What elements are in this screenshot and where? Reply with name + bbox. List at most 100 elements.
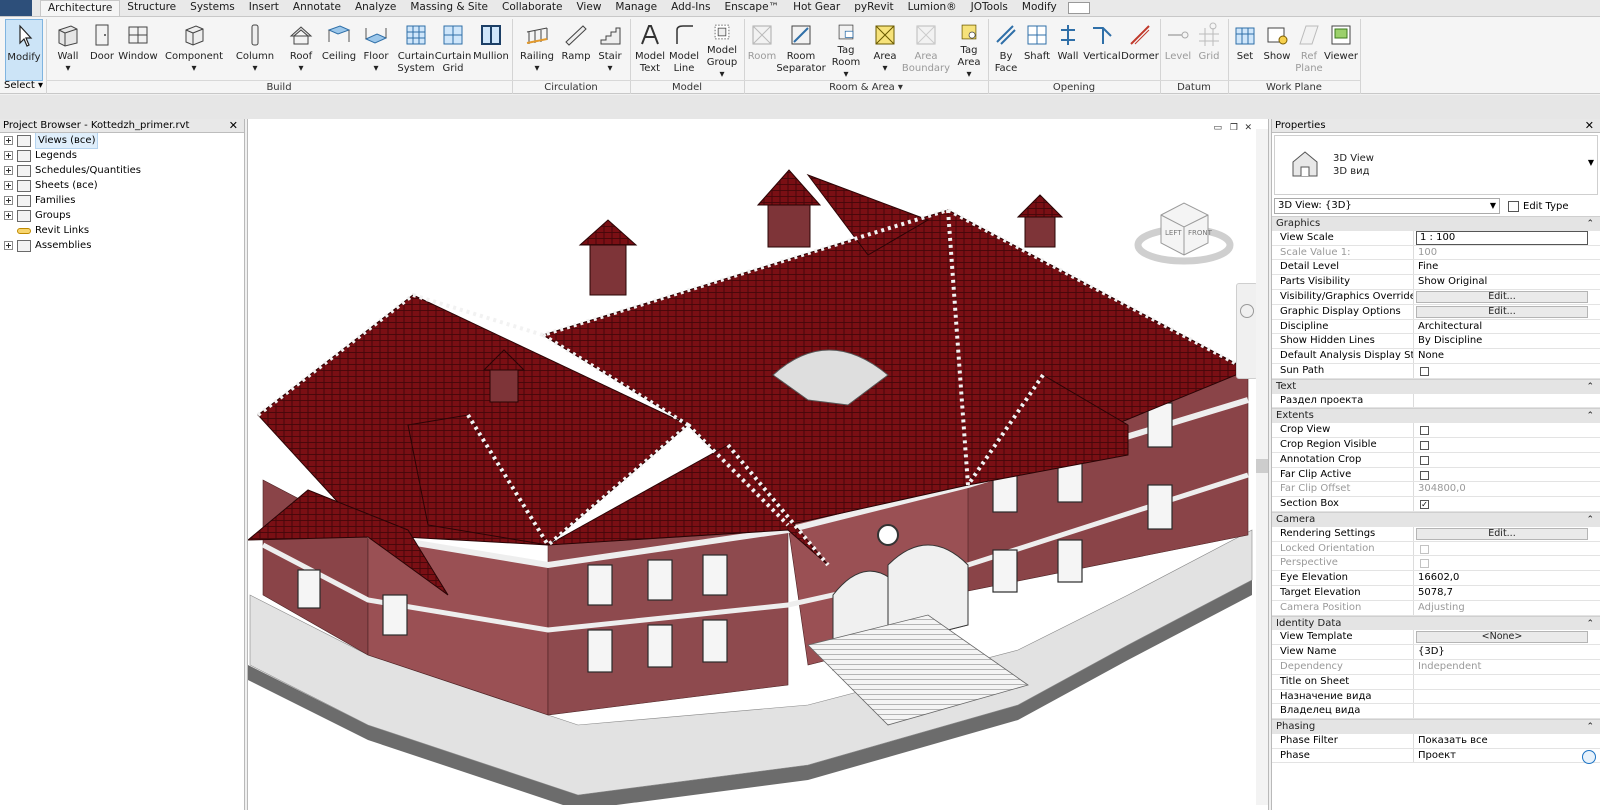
expand-icon[interactable] [4,211,13,220]
property-checkbox[interactable] [1420,440,1429,450]
property-edit-button[interactable]: Edit... [1416,527,1588,540]
property-value[interactable]: Architectural [1414,320,1600,334]
expand-icon[interactable] [4,136,13,145]
model-line-button[interactable]: Model Line [668,19,700,81]
tree-item[interactable]: Legends [0,148,244,163]
property-section-graphics[interactable]: Graphics ⌃ [1272,216,1600,231]
property-value[interactable] [1414,675,1600,689]
grid-button[interactable]: Grid [1194,19,1224,81]
tab-structure[interactable]: Structure [120,0,183,16]
property-value[interactable] [1414,423,1600,437]
close-icon[interactable]: ✕ [229,119,238,132]
door-button[interactable]: Door [88,19,116,81]
property-value[interactable] [1414,468,1600,482]
stair-button[interactable]: Stair ▾ [594,19,626,81]
tab-enscape-[interactable]: Enscape™ [717,0,786,16]
by-face-button[interactable]: By Face [992,19,1020,81]
view-scale-input[interactable]: 1 : 100 [1416,230,1588,245]
tab-view[interactable]: View [569,0,608,16]
chevron-down-icon[interactable]: ▼ [1588,158,1594,167]
roof-button[interactable]: Roof ▾ [286,19,316,81]
tab-systems[interactable]: Systems [183,0,242,16]
expand-icon[interactable] [4,196,13,205]
property-section-camera[interactable]: Camera ⌃ [1272,511,1600,527]
viewport-scrollbar[interactable] [1256,129,1268,805]
contextual-tab-dropdown[interactable] [1067,2,1090,14]
navigation-bar[interactable] [1236,283,1258,379]
component-button[interactable]: Component ▾ [164,19,224,81]
model-text-button[interactable]: Model Text [634,19,666,81]
curtain-system-button[interactable]: Curtain System [396,19,436,81]
tab-architecture[interactable]: Architecture [40,0,121,16]
property-section-text[interactable]: Text ⌃ [1272,378,1600,394]
tab-annotate[interactable]: Annotate [286,0,348,16]
viewer-button[interactable]: Viewer [1324,19,1358,81]
tree-item[interactable]: Views (все) [0,132,244,149]
area-boundary-button[interactable]: Area Boundary [902,19,950,81]
select-dropdown[interactable]: Select ▾ [4,80,43,91]
property-section-phasing[interactable]: Phasing ⌃ [1272,719,1600,734]
property-checkbox[interactable] [1420,470,1429,480]
expand-icon[interactable] [4,166,13,175]
wall-button[interactable]: Wall ▾ [54,19,82,81]
vertical-button[interactable]: Vertical [1083,19,1121,81]
property-value[interactable]: Показать все [1414,734,1600,748]
ramp-button[interactable]: Ramp [560,19,592,81]
property-edit-button[interactable]: Edit... [1416,290,1588,303]
property-value[interactable]: Fine [1414,260,1600,274]
steering-wheel-icon[interactable] [1240,304,1254,318]
dormer-button[interactable]: Dormer [1121,19,1159,81]
property-value[interactable]: Проект [1414,749,1600,763]
tree-item[interactable]: Assemblies [0,238,244,253]
property-value[interactable]: None [1414,349,1600,363]
set-button[interactable]: Set [1232,19,1258,81]
view-instance-selector[interactable]: 3D View: {3D} ▼ [1274,198,1500,214]
tab-jotools[interactable]: JOTools [964,0,1015,16]
ceiling-button[interactable]: Ceiling [320,19,358,81]
collapse-icon[interactable]: ⌃ [1586,217,1594,231]
type-selector[interactable]: 3D View 3D вид ▼ [1274,135,1598,195]
property-value[interactable]: {3D} [1414,645,1600,659]
collapse-icon[interactable]: ⌃ [1586,409,1594,423]
3d-viewport[interactable]: ▭ ❐ ✕ LEFT FRONT [247,119,1269,810]
property-value[interactable] [1414,394,1600,408]
property-value[interactable]: Edit... [1414,527,1600,541]
area-button[interactable]: Area ▾ [868,19,902,81]
scrollbar-thumb[interactable] [1256,459,1268,473]
tab-manage[interactable]: Manage [608,0,664,16]
property-value[interactable]: 1 : 100 [1414,230,1600,245]
collapse-icon[interactable]: ⌃ [1586,720,1594,734]
property-value[interactable]: Edit... [1414,290,1600,304]
close-icon[interactable]: ✕ [1585,119,1594,132]
tab-add-ins[interactable]: Add-Ins [664,0,717,16]
tree-item[interactable]: Sheets (все) [0,178,244,193]
property-section-extents[interactable]: Extents ⌃ [1272,408,1600,424]
curtain-grid-button[interactable]: Curtain Grid [435,19,471,81]
collapse-icon[interactable]: ⌃ [1586,617,1594,631]
property-value[interactable] [1414,438,1600,452]
tab-collaborate[interactable]: Collaborate [495,0,569,16]
tab-hot-gear[interactable]: Hot Gear [786,0,847,16]
property-value[interactable] [1414,690,1600,704]
window-button[interactable]: Window [118,19,158,81]
property-value[interactable] [1414,704,1600,718]
edit-type-button[interactable]: Edit Type [1508,200,1569,212]
group-label-room-area[interactable]: Room & Area ▾ [744,80,988,94]
tag-area-button[interactable]: Tag Area ▾ [952,19,986,81]
floor-button[interactable]: Floor ▾ [360,19,392,81]
property-checkbox[interactable]: ✓ [1420,500,1429,510]
tab-analyze[interactable]: Analyze [348,0,403,16]
viewcube-icon[interactable]: LEFT FRONT [1134,202,1234,265]
property-value[interactable]: By Discipline [1414,334,1600,348]
level-button[interactable]: Level [1164,19,1192,81]
property-value[interactable]: 5078,7 [1414,586,1600,600]
show-button[interactable]: Show [1262,19,1292,81]
mullion-button[interactable]: Mullion [472,19,510,81]
tab-insert[interactable]: Insert [242,0,286,16]
property-value[interactable]: ✓ [1414,497,1600,511]
modify-button[interactable]: Modify [5,19,43,81]
tree-item[interactable]: Families [0,193,244,208]
property-section-identity-data[interactable]: Identity Data ⌃ [1272,615,1600,631]
room-button[interactable]: Room [746,19,778,81]
tab-lumion-[interactable]: Lumion® [901,0,964,16]
